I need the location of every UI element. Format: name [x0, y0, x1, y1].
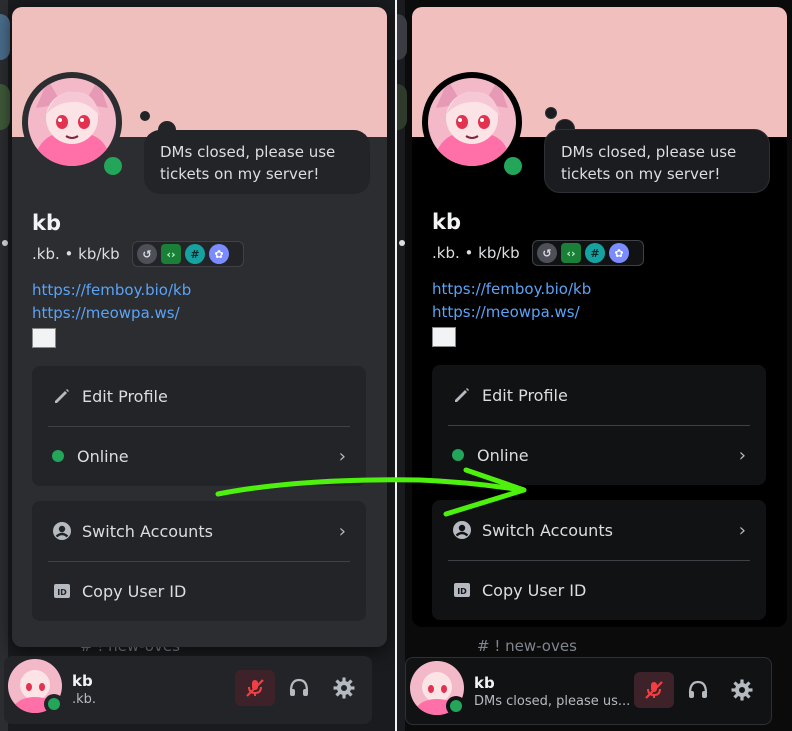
account-icon	[453, 521, 471, 539]
status-label: Online	[77, 446, 129, 466]
chevron-right-icon: ›	[338, 520, 346, 542]
username-line: .kb. • kb/kb	[432, 244, 520, 262]
online-dot-icon	[52, 450, 64, 462]
nitro-badge-icon[interactable]: ↺	[537, 243, 557, 263]
account-icon	[53, 522, 71, 540]
online-status-indicator	[498, 151, 528, 181]
settings-button[interactable]	[324, 670, 364, 706]
username[interactable]: .kb.	[32, 245, 60, 263]
edit-profile-label: Edit Profile	[82, 386, 168, 406]
online-status-indicator	[98, 151, 128, 181]
custom-status-bubble[interactable]: DMs closed, please use tickets on my ser…	[544, 129, 770, 193]
active-developer-badge-icon[interactable]: ‹›	[561, 243, 581, 263]
profile-menu-primary: Edit Profile Online ›	[432, 365, 766, 485]
hypesquad-badge-icon[interactable]: #	[585, 243, 605, 263]
user-panel-subtext: .kb.	[72, 692, 97, 707]
user-panel: kb DMs closed, please us...	[405, 657, 772, 725]
custom-status-bubble[interactable]: DMs closed, please use tickets on my ser…	[144, 130, 370, 194]
edit-profile-item[interactable]: Edit Profile	[32, 366, 366, 426]
online-dot-icon	[452, 449, 464, 461]
headphones-icon	[289, 678, 309, 696]
user-panel-name[interactable]: kb	[474, 674, 495, 692]
profile-link-2[interactable]: https://meowpa.ws/	[32, 304, 180, 322]
display-name: kb	[432, 210, 461, 234]
gear-icon	[333, 677, 355, 699]
profile-menu-primary: Edit Profile Online ›	[32, 366, 366, 486]
server-icon[interactable]	[397, 14, 407, 60]
id-icon: ID	[454, 583, 470, 597]
boost-badge-icon[interactable]: ✿	[609, 243, 629, 263]
muted-mic-icon	[246, 679, 264, 697]
muted-mic-icon	[645, 681, 663, 699]
username-line: .kb. • kb/kb	[32, 245, 120, 263]
unread-indicator	[2, 240, 8, 246]
server-icon[interactable]	[397, 84, 407, 130]
user-profile-card: DMs closed, please use tickets on my ser…	[412, 7, 787, 627]
deafen-button[interactable]	[678, 672, 718, 708]
switch-accounts-label: Switch Accounts	[82, 521, 213, 541]
status-bubble-tail	[545, 107, 557, 119]
status-item[interactable]: Online ›	[32, 426, 366, 486]
user-panel-name[interactable]: kb	[72, 672, 93, 690]
copy-user-id-item[interactable]: ID Copy User ID	[32, 561, 366, 621]
mute-button[interactable]	[235, 670, 275, 706]
profile-link-2[interactable]: https://meowpa.ws/	[432, 303, 580, 321]
profile-menu-secondary: Switch Accounts › ID Copy User ID	[432, 500, 766, 620]
switch-accounts-item[interactable]: Switch Accounts ›	[432, 500, 766, 560]
gear-icon	[731, 679, 753, 701]
display-name: kb	[32, 211, 61, 235]
deafen-button[interactable]	[279, 670, 319, 706]
server-icon[interactable]	[0, 14, 10, 60]
settings-button[interactable]	[722, 672, 762, 708]
user-profile-card: DMs closed, please use tickets on my ser…	[12, 7, 387, 647]
badge-list: ↺ ‹› # ✿	[532, 240, 644, 266]
bio-emoji-image	[32, 328, 56, 348]
svg-text:ID: ID	[457, 587, 467, 596]
svg-text:ID: ID	[57, 588, 67, 597]
pencil-icon	[55, 389, 69, 403]
profile-menu-secondary: Switch Accounts › ID Copy User ID	[32, 501, 366, 621]
avatar-image	[28, 78, 116, 166]
copy-user-id-item[interactable]: ID Copy User ID	[432, 560, 766, 620]
profile-link-1[interactable]: https://femboy.bio/kb	[432, 280, 591, 298]
edit-profile-item[interactable]: Edit Profile	[432, 365, 766, 425]
badge-list: ↺ ‹› # ✿	[132, 241, 244, 267]
user-panel: kb .kb.	[4, 656, 372, 724]
server-icon[interactable]	[0, 84, 10, 130]
separator: •	[464, 244, 474, 262]
active-developer-badge-icon[interactable]: ‹›	[161, 244, 181, 264]
user-panel-status	[446, 696, 466, 716]
switch-accounts-label: Switch Accounts	[482, 520, 613, 540]
unread-indicator	[399, 240, 405, 246]
id-icon: ID	[54, 584, 70, 598]
user-panel-status	[44, 694, 64, 714]
profile-popout-after: # ! new-oves DMs closed, please use tick…	[397, 0, 792, 731]
username[interactable]: .kb.	[432, 244, 460, 262]
status-label: Online	[477, 445, 529, 465]
chevron-right-icon: ›	[738, 444, 746, 466]
channel-name-behind: # ! new-oves	[477, 637, 577, 655]
pronouns: kb/kb	[478, 244, 520, 262]
hypesquad-badge-icon[interactable]: #	[185, 244, 205, 264]
chevron-right-icon: ›	[738, 519, 746, 541]
avatar-image	[428, 78, 516, 166]
nitro-badge-icon[interactable]: ↺	[137, 244, 157, 264]
copy-user-id-label: Copy User ID	[82, 581, 187, 601]
status-bubble-tail	[140, 111, 150, 121]
pencil-icon	[455, 388, 469, 402]
pronouns: kb/kb	[78, 245, 120, 263]
profile-link-1[interactable]: https://femboy.bio/kb	[32, 281, 191, 299]
copy-user-id-label: Copy User ID	[482, 580, 587, 600]
boost-badge-icon[interactable]: ✿	[209, 244, 229, 264]
user-panel-subtext: DMs closed, please us...	[474, 694, 631, 709]
chevron-right-icon: ›	[338, 445, 346, 467]
headphones-icon	[688, 680, 708, 698]
bio-emoji-image	[432, 327, 456, 347]
status-item[interactable]: Online ›	[432, 425, 766, 485]
edit-profile-label: Edit Profile	[482, 385, 568, 405]
switch-accounts-item[interactable]: Switch Accounts ›	[32, 501, 366, 561]
profile-popout-before: # ! new-oves	[0, 0, 395, 731]
separator: •	[64, 245, 74, 263]
mute-button[interactable]	[634, 672, 674, 708]
